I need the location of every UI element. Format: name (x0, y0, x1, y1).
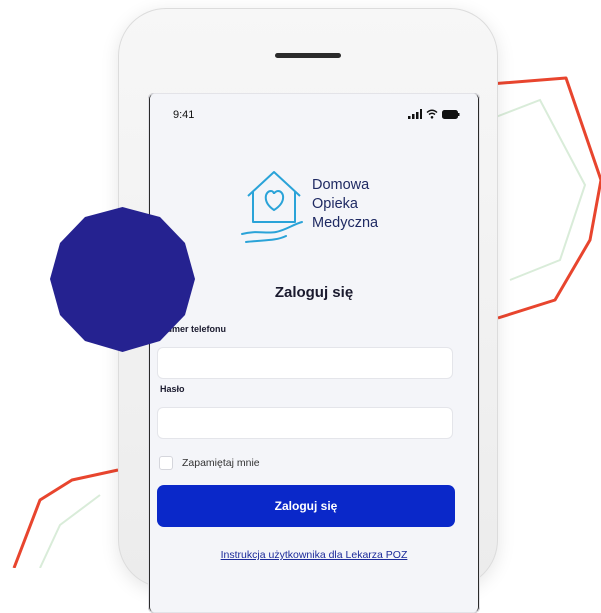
logo-line-2: Opieka (312, 196, 358, 212)
user-manual-link[interactable]: Instrukcja użytkownika dla Lekarza POZ (148, 549, 480, 561)
password-input[interactable] (157, 407, 453, 439)
status-icons (408, 109, 460, 119)
green-hexagon-outline-right (487, 98, 587, 281)
signal-icon (408, 109, 422, 119)
red-hexagon-outline-right (489, 76, 601, 320)
remember-me-label[interactable]: Zapamiętaj mnie (182, 457, 260, 469)
wifi-icon (426, 109, 438, 119)
house-heart-hand-logo-icon (241, 171, 303, 243)
decorative-circle (50, 207, 195, 352)
remember-me-checkbox[interactable] (159, 456, 173, 470)
login-button[interactable]: Zaloguj się (157, 485, 455, 527)
page-title: Zaloguj się (274, 284, 354, 301)
phone-speaker (275, 53, 341, 58)
battery-icon (442, 109, 460, 119)
logo-line-1: Domowa (312, 177, 370, 193)
logo: Domowa Opieka Medyczna (236, 166, 396, 246)
status-time: 9:41 (173, 109, 195, 121)
password-label: Hasło (160, 384, 185, 394)
phone-input[interactable] (157, 347, 453, 379)
green-hexagon-outline-left (39, 494, 101, 568)
logo-wordmark: Domowa Opieka Medyczna (312, 176, 378, 233)
red-hexagon-outline-left (12, 468, 119, 568)
logo-line-3: Medyczna (312, 215, 379, 231)
phone-screen: 9:41 Domowa Opieka Medyczna Zaloguj się … (148, 93, 480, 613)
